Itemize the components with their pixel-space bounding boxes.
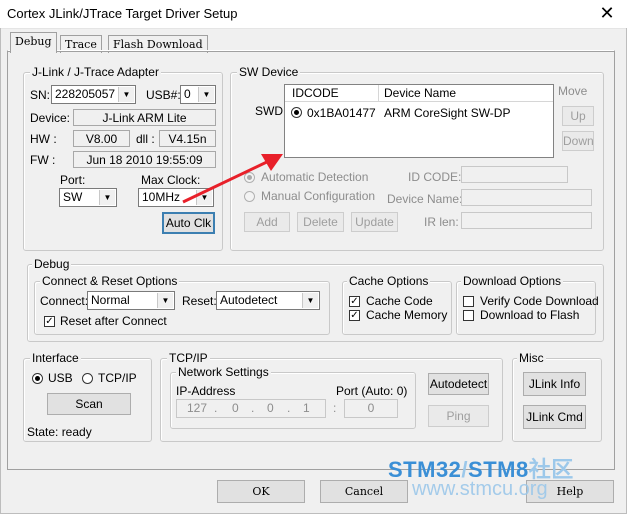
irlen-input[interactable] <box>461 212 592 229</box>
col-divider <box>378 85 379 101</box>
move-label: Move <box>558 84 588 98</box>
device-value: J-Link ARM Lite <box>73 109 216 126</box>
hw-label: HW : <box>30 132 57 146</box>
move-up-button[interactable]: Up <box>562 106 594 126</box>
cache-code-label: Cache Code <box>366 294 433 308</box>
auto-clk-button[interactable]: Auto Clk <box>162 212 215 234</box>
connect-value: Normal <box>91 293 130 307</box>
hw-value: V8.00 <box>73 130 130 147</box>
port-auto-label: Port (Auto: 0) <box>336 384 408 398</box>
connect-reset-title: Connect & Reset Options <box>40 274 180 288</box>
table-row[interactable]: 0x1BA01477 ARM CoreSight SW-DP <box>286 104 552 121</box>
col-idcode[interactable]: IDCODE <box>292 86 339 100</box>
col-device-name[interactable]: Device Name <box>384 86 456 100</box>
sn-select[interactable]: 228205057 ▼ <box>51 85 136 104</box>
connect-select[interactable]: Normal ▼ <box>87 291 175 310</box>
tcp-port-input[interactable]: 0 <box>344 399 398 418</box>
ip-dot: . <box>251 401 255 415</box>
verify-download-checkbox[interactable] <box>463 296 474 307</box>
sn-value: 228205057 <box>55 87 116 101</box>
usb-radio-label: USB <box>48 371 73 385</box>
ip-address-label: IP-Address <box>176 384 236 398</box>
ip-dot: . <box>287 401 291 415</box>
chevron-down-icon: ▼ <box>157 293 173 308</box>
jlink-cmd-button[interactable]: JLink Cmd <box>523 405 586 429</box>
tcpip-radio[interactable] <box>82 373 93 384</box>
port-colon: : <box>333 401 337 415</box>
watermark-url: www.stmcu.org <box>412 478 548 500</box>
sw-device-list[interactable]: IDCODE Device Name 0x1BA01477 ARM CoreSi… <box>284 84 554 158</box>
port-label: Port: <box>60 173 86 187</box>
device-name-input[interactable] <box>461 189 592 206</box>
row-idcode: 0x1BA01477 <box>307 106 376 120</box>
download-to-flash-checkbox[interactable] <box>463 310 474 321</box>
reset-after-connect-label: Reset after Connect <box>60 314 167 328</box>
list-header: IDCODE Device Name <box>285 85 553 102</box>
port-value: SW <box>63 190 83 204</box>
reset-label: Reset: <box>182 294 217 308</box>
autodetect-button[interactable]: Autodetect <box>428 373 489 395</box>
ok-button[interactable]: OK <box>217 480 305 503</box>
cache-code-checkbox[interactable]: ✓ <box>349 296 360 307</box>
usb-label: USB#: <box>146 88 181 102</box>
chevron-down-icon: ▼ <box>118 87 134 102</box>
adapter-group-title: J-Link / J-Trace Adapter <box>30 65 161 79</box>
cache-options-title: Cache Options <box>347 274 431 288</box>
port-select[interactable]: SW ▼ <box>59 188 117 207</box>
cache-memory-label: Cache Memory <box>366 308 448 322</box>
fw-label: FW : <box>30 153 56 167</box>
selected-row-radio-icon <box>291 107 302 118</box>
scan-button[interactable]: Scan <box>47 393 131 415</box>
usb-select[interactable]: 0 ▼ <box>180 85 216 104</box>
ip-octet-1: 127 <box>187 401 208 415</box>
interface-group-title: Interface <box>30 351 81 365</box>
connect-label: Connect: <box>40 294 89 308</box>
delete-button[interactable]: Delete <box>297 212 344 232</box>
download-options-title: Download Options <box>461 274 564 288</box>
update-button[interactable]: Update <box>351 212 398 232</box>
debug-group-title: Debug <box>32 257 72 271</box>
annotation-arrow-icon <box>182 154 283 204</box>
usb-radio[interactable] <box>32 373 43 384</box>
irlen-label: IR len: <box>424 215 459 229</box>
tcpip-group-title: TCP/IP <box>167 351 210 365</box>
sn-label: SN: <box>30 88 51 102</box>
title-bar: Cortex JLink/JTrace Target Driver Setup … <box>0 0 627 29</box>
ip-address-input[interactable]: 127 . 0 . 0 . 1 <box>176 399 326 418</box>
network-settings-title: Network Settings <box>176 365 271 379</box>
ip-octet-4: 1 <box>303 401 310 415</box>
state-label: State: ready <box>27 425 92 439</box>
move-down-button[interactable]: Down <box>562 131 594 151</box>
chevron-down-icon: ▼ <box>99 190 115 205</box>
cache-memory-checkbox[interactable]: ✓ <box>349 310 360 321</box>
verify-download-label: Verify Code Download <box>480 294 599 308</box>
ping-button[interactable]: Ping <box>428 405 489 427</box>
ip-dot: . <box>214 401 218 415</box>
chevron-down-icon: ▼ <box>198 87 214 102</box>
reset-select[interactable]: Autodetect ▼ <box>216 291 320 310</box>
ip-octet-3: 0 <box>267 401 274 415</box>
row-device-name: ARM CoreSight SW-DP <box>384 106 511 120</box>
tab-debug[interactable]: Debug <box>10 32 57 53</box>
idcode-label: ID CODE: <box>408 170 462 184</box>
device-name-label: Device Name: <box>387 192 463 206</box>
ip-octet-2: 0 <box>232 401 239 415</box>
reset-after-connect-checkbox[interactable]: ✓ <box>44 316 55 327</box>
swd-label: SWD <box>255 104 283 118</box>
download-to-flash-label: Download to Flash <box>480 308 580 322</box>
jlink-info-button[interactable]: JLink Info <box>523 372 586 396</box>
tcpip-radio-label: TCP/IP <box>98 371 137 385</box>
window-title: Cortex JLink/JTrace Target Driver Setup <box>7 6 238 21</box>
device-label: Device: <box>30 111 71 125</box>
add-button[interactable]: Add <box>244 212 290 232</box>
misc-group-title: Misc <box>517 351 546 365</box>
chevron-down-icon: ▼ <box>302 293 318 308</box>
reset-value: Autodetect <box>220 293 278 307</box>
dll-label: dll : <box>136 132 155 146</box>
close-icon[interactable]: ✕ <box>587 0 627 28</box>
idcode-input[interactable] <box>461 166 568 183</box>
usb-value: 0 <box>184 87 191 101</box>
misc-group <box>512 358 602 442</box>
sw-device-group-title: SW Device <box>237 65 301 79</box>
